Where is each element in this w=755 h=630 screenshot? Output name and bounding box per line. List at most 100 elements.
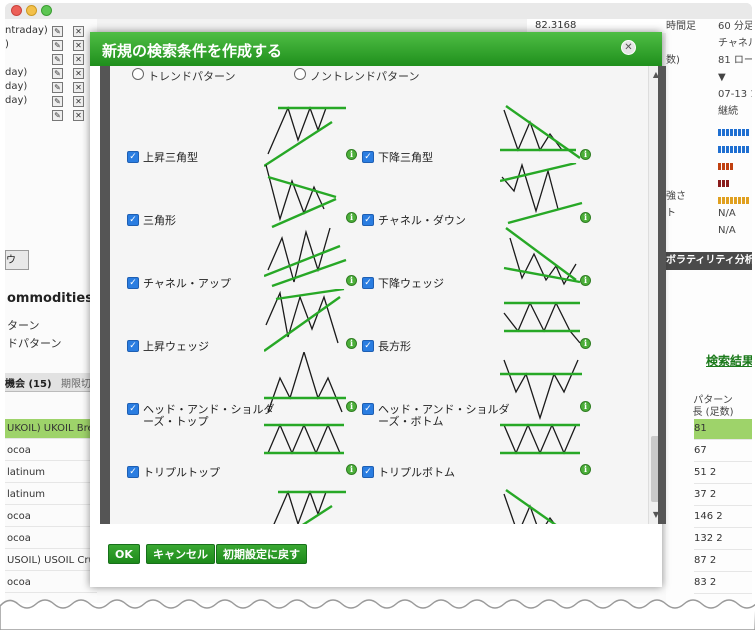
dialog-scrollbar[interactable]: ▲ ▼ — [648, 66, 658, 524]
radio-trend-pattern[interactable] — [132, 68, 144, 80]
tab-expired[interactable]: 期限切 — [61, 375, 91, 390]
scroll-up-arrow-icon[interactable]: ▲ — [649, 68, 658, 82]
checkbox-label-ascending-triangle[interactable]: 上昇三角型 — [143, 152, 283, 164]
left-partial-button-label: ウ — [6, 255, 16, 266]
checkbox-label-channel-up[interactable]: チャネル・アップ — [143, 278, 283, 290]
edit-icon[interactable]: ✎ — [52, 82, 63, 93]
price-value: 82.3168 — [535, 20, 577, 31]
result-row[interactable]: USOIL) USOIL Crude — [5, 551, 107, 571]
detail-row — [666, 138, 752, 154]
ok-button[interactable]: OK — [108, 544, 140, 564]
result-row[interactable]: ocoa — [5, 507, 97, 527]
radio-nontrend-pattern[interactable] — [294, 68, 306, 80]
delete-icon[interactable]: ✕ — [73, 82, 84, 93]
checkbox-rising-wedge[interactable]: ✓ — [127, 340, 139, 352]
delete-icon[interactable]: ✕ — [73, 68, 84, 79]
detail-row: 時間足 60 分足 — [666, 19, 752, 35]
pattern-length-column-header[interactable]: パターン長 (足数) — [690, 395, 736, 419]
trend-line — [500, 163, 577, 183]
info-icon[interactable]: i — [580, 464, 591, 475]
left-subtext-1: ターン — [7, 319, 40, 332]
checkbox-label-channel-down[interactable]: チャネル・ダウン — [378, 215, 518, 227]
price-path — [503, 359, 579, 421]
trend-line — [275, 289, 345, 301]
info-icon[interactable]: i — [346, 338, 357, 349]
delete-icon[interactable]: ✕ — [73, 110, 84, 121]
triangle-pattern-icon — [265, 164, 337, 229]
search-results-link[interactable]: 検索結果 — [706, 352, 752, 369]
checkbox-label-falling-wedge[interactable]: 下降ウェッジ — [378, 278, 518, 290]
window-zoom-button[interactable] — [41, 5, 52, 16]
info-icon[interactable]: i — [346, 212, 357, 223]
delete-icon[interactable]: ✕ — [73, 26, 84, 37]
detail-row — [666, 121, 752, 137]
left-partial-button[interactable]: ウ — [5, 250, 29, 270]
result-row[interactable]: latinum — [5, 463, 97, 483]
volatility-analysis-button[interactable]: ボラティリティ分析 — [666, 252, 752, 270]
checkbox-label-triple-bottom[interactable]: トリプルボトム — [378, 467, 518, 479]
window-close-button[interactable] — [11, 5, 22, 16]
pattern-length-cell: 87 2 — [694, 551, 752, 572]
scroll-down-arrow-icon[interactable]: ▼ — [649, 508, 658, 522]
result-row[interactable]: ocoa — [5, 441, 97, 461]
checkbox-triple-top[interactable]: ✓ — [127, 466, 139, 478]
checkbox-label-triple-top[interactable]: トリプルトップ — [143, 467, 283, 479]
detail-row: 07-13 1 — [666, 87, 752, 103]
pattern-length-cell: 83 2 — [694, 573, 752, 594]
price-path — [267, 227, 331, 283]
info-icon[interactable]: i — [580, 275, 591, 286]
info-icon[interactable]: i — [580, 401, 591, 412]
scrollbar-thumb[interactable] — [651, 436, 658, 502]
reset-defaults-button[interactable]: 初期設定に戻す — [216, 544, 307, 564]
checkbox-label-descending-triangle[interactable]: 下降三角型 — [378, 152, 518, 164]
checkbox-label-hs-bottom[interactable]: ヘッド・アンド・ショルダーズ・ボトム — [378, 404, 518, 428]
price-path — [501, 163, 559, 214]
checkbox-label-hs-top[interactable]: ヘッド・アンド・ショルダーズ・トップ — [143, 404, 283, 428]
edit-icon[interactable]: ✎ — [52, 68, 63, 79]
detail-value: 60 分足 — [718, 21, 752, 32]
edit-icon[interactable]: ✎ — [52, 96, 63, 107]
edit-icon[interactable]: ✎ — [52, 40, 63, 51]
info-icon[interactable]: i — [580, 338, 591, 349]
info-icon[interactable]: i — [346, 275, 357, 286]
checkbox-triple-bottom[interactable]: ✓ — [362, 466, 374, 478]
result-row[interactable]: latinum — [5, 485, 97, 505]
checkbox-channel-down[interactable]: ✓ — [362, 214, 374, 226]
checkbox-hs-bottom[interactable]: ✓ — [362, 403, 374, 415]
checkbox-ascending-triangle[interactable]: ✓ — [127, 151, 139, 163]
info-icon[interactable]: i — [346, 149, 357, 160]
result-row[interactable]: ocoa — [5, 529, 97, 549]
trend-line — [301, 504, 333, 524]
delete-icon[interactable]: ✕ — [73, 40, 84, 51]
checkbox-rectangle[interactable]: ✓ — [362, 340, 374, 352]
info-icon[interactable]: i — [346, 464, 357, 475]
delete-icon[interactable]: ✕ — [73, 54, 84, 65]
window-minimize-button[interactable] — [26, 5, 37, 16]
checkbox-triangle[interactable]: ✓ — [127, 214, 139, 226]
result-row[interactable]: ocoa — [5, 573, 97, 593]
price-path — [267, 352, 343, 413]
info-icon[interactable]: i — [580, 149, 591, 160]
strength-bars — [718, 160, 734, 170]
checkbox-label-triangle[interactable]: 三角形 — [143, 215, 283, 227]
edit-icon[interactable]: ✎ — [52, 54, 63, 65]
result-row[interactable]: UKOIL) UKOIL Brent — [5, 419, 104, 439]
left-subtext-2: ドパターン — [7, 337, 62, 350]
checkbox-label-rising-wedge[interactable]: 上昇ウェッジ — [143, 341, 283, 353]
delete-icon[interactable]: ✕ — [73, 96, 84, 107]
info-icon[interactable]: i — [580, 212, 591, 223]
checkbox-label-rectangle[interactable]: 長方形 — [378, 341, 518, 353]
checkbox-channel-up[interactable]: ✓ — [127, 277, 139, 289]
checkbox-falling-wedge[interactable]: ✓ — [362, 277, 374, 289]
edit-icon[interactable]: ✎ — [52, 26, 63, 37]
dialog-header: 新規の検索条件を作成する ✕ — [90, 32, 662, 66]
edit-icon[interactable]: ✎ — [52, 110, 63, 121]
info-icon[interactable]: i — [346, 401, 357, 412]
dialog-close-button[interactable]: ✕ — [621, 40, 636, 55]
checkbox-descending-triangle[interactable]: ✓ — [362, 151, 374, 163]
tab-opportunities[interactable]: 機会 (15) — [5, 375, 52, 390]
cancel-button[interactable]: キャンセル — [146, 544, 215, 564]
checkbox-hs-top[interactable]: ✓ — [127, 403, 139, 415]
pattern-list: トレンドパターン ノントレンドパターン ✓ 上昇三角型 i ✓ 三角形 i ✓ チャネル・アッ… — [110, 66, 642, 524]
detail-value: チャネル — [718, 38, 752, 49]
